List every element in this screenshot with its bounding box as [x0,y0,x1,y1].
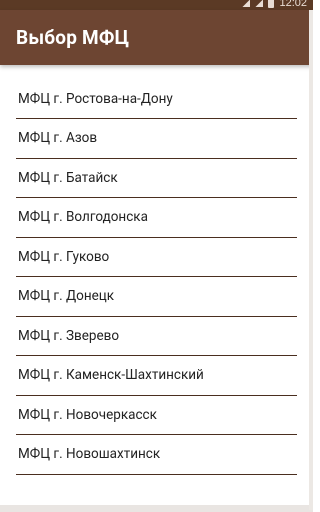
battery-icon [268,0,275,8]
list-item[interactable]: МФЦ г. Каменск-Шахтинский [16,356,297,396]
list-item[interactable]: МФЦ г. Новочеркасск [16,396,297,435]
list-item[interactable]: МФЦ г. Ростова-на-Дону [16,65,297,119]
list-item-label: МФЦ г. Азов [18,130,98,147]
list-item[interactable]: МФЦ г. Гуково [16,238,297,277]
mfc-list[interactable]: МФЦ г. Ростова-на-Дону МФЦ г. Азов МФЦ г… [0,65,313,505]
signal-icon [255,0,264,7]
right-edge-shadow [309,10,313,510]
list-item-label: МФЦ г. Каменск-Шахтинский [18,367,204,384]
list-item-label: МФЦ г. Батайск [18,169,118,186]
status-icons: 12:02 [242,0,307,10]
list-item[interactable]: МФЦ г. Донецк [16,277,297,317]
list-item[interactable]: МФЦ г. Азов [16,119,297,159]
list-item[interactable]: МФЦ г. Батайск [16,159,297,198]
list-item-label: МФЦ г. Ростова-на-Дону [18,90,173,107]
list-item[interactable]: МФЦ г. Волгодонска [16,198,297,238]
bottom-edge-shadow [0,505,313,512]
list-item-label: МФЦ г. Новочеркасск [18,406,157,423]
app-bar: Выбор МФЦ [0,10,313,65]
list-item-label: МФЦ г. Донецк [18,288,115,305]
wifi-icon [242,0,251,7]
status-time: 12:02 [279,0,307,9]
list-item-label: МФЦ г. Новошахтинск [18,446,161,463]
list-item[interactable]: МФЦ г. Зверево [16,317,297,356]
list-item-label: МФЦ г. Гуково [18,248,110,265]
page-title: Выбор МФЦ [16,26,130,49]
list-item-label: МФЦ г. Зверево [18,327,120,344]
screen: 12:02 Выбор МФЦ МФЦ г. Ростова-на-Дону М… [0,0,313,512]
list-item[interactable]: МФЦ г. Новошахтинск [16,435,297,475]
list-item-label: МФЦ г. Волгодонска [18,209,148,226]
status-bar: 12:02 [0,0,313,10]
